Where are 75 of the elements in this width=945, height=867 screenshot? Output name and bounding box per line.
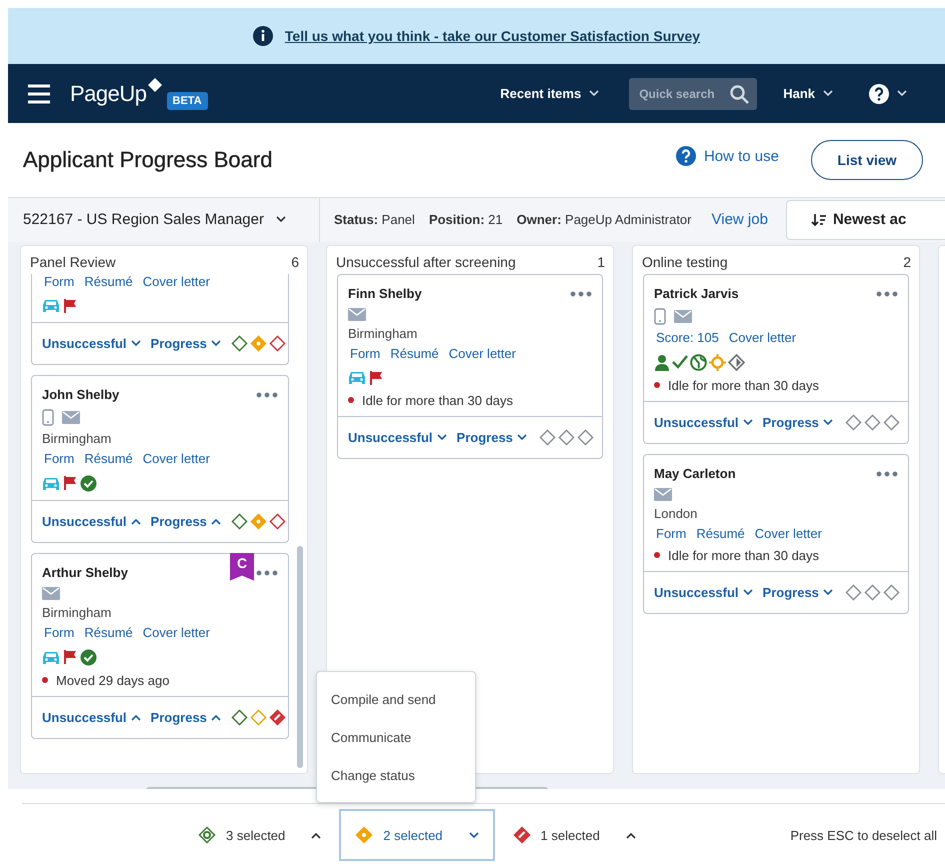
view-job-link[interactable]: View job	[712, 211, 768, 228]
location-text: Birmingham	[42, 430, 112, 446]
sort-button[interactable]: Newest ac	[786, 200, 945, 240]
quick-search-field[interactable]: Quick search	[629, 78, 758, 110]
beta-badge: BETA	[166, 92, 208, 110]
document-link[interactable]: Résumé	[390, 346, 439, 361]
unsuccessful-dropdown[interactable]: Unsuccessful	[654, 584, 753, 600]
column-count: 2	[903, 254, 911, 270]
document-link[interactable]: Cover letter	[142, 624, 210, 640]
unsuccessful-dropdown[interactable]: Unsuccessful	[654, 414, 753, 430]
document-link[interactable]: Cover letter	[142, 274, 210, 289]
menu-item[interactable]: Compile and send	[317, 680, 475, 718]
document-link[interactable]: Form	[656, 526, 686, 541]
logo: PageUp	[70, 80, 147, 107]
applicant-name[interactable]: Patrick Jarvis	[654, 286, 876, 302]
unsuccessful-dropdown[interactable]: Unsuccessful	[42, 514, 141, 529]
document-link[interactable]: Form	[44, 450, 74, 466]
progress-dropdown[interactable]: Progress	[456, 430, 527, 445]
selection-group-button[interactable]: 1 selected	[496, 809, 652, 862]
deselect-hint: Press ESC to deselect all	[790, 828, 937, 843]
applicant-name[interactable]: Finn Shelby	[348, 286, 570, 302]
bookmark-badge: C	[230, 552, 254, 581]
status-note: Moved 29 days ago	[56, 672, 170, 688]
status-note: Idle for more than 30 days	[362, 392, 514, 408]
unsuccessful-dropdown[interactable]: Unsuccessful	[348, 430, 447, 445]
document-link[interactable]: Cover letter	[754, 526, 822, 541]
applicant-card[interactable]: Arthur Shelby C Birmingham Form Résumé Cover letter Moved 29 days ago Unsuccessful Progress	[31, 552, 289, 739]
progress-dropdown[interactable]: Progress	[762, 584, 833, 600]
document-link[interactable]: Résumé	[84, 274, 133, 289]
selection-group-button[interactable]: 2 selected	[339, 809, 495, 862]
column-title: Unsuccessful after screening	[336, 254, 516, 270]
survey-link[interactable]: Tell us what you think - take our Customer Satisfaction Survey	[284, 28, 700, 44]
how-to-use-link[interactable]: How to use	[676, 146, 779, 166]
document-link[interactable]: Résumé	[84, 624, 133, 640]
menu-item[interactable]: Communicate	[317, 718, 475, 756]
job-detail: Position: 21	[428, 212, 503, 228]
menu-item[interactable]: Change status	[317, 756, 475, 794]
progress-dropdown[interactable]: Progress	[150, 336, 221, 351]
document-link[interactable]: Form	[44, 624, 74, 640]
column-count: 6	[291, 254, 299, 270]
applicant-card[interactable]: Patrick Jarvis Score: 105 Cover letter Idle for more than 30 days Unsuccessful Progress	[643, 274, 909, 444]
document-link[interactable]: Cover letter	[728, 330, 796, 345]
applicant-card[interactable]: Form Résumé Cover letter Unsuccessful Progress	[31, 274, 289, 365]
location-text: Birmingham	[42, 604, 112, 620]
column-title: Online testing	[642, 254, 728, 270]
job-detail: Owner: PageUp Administrator	[516, 212, 692, 228]
applicant-card[interactable]: John Shelby Birmingham Form Résumé Cover letter Unsuccessful Progress	[31, 374, 289, 543]
location-text: Birmingham	[348, 326, 418, 341]
document-link[interactable]: Résumé	[84, 450, 133, 466]
selection-group-button[interactable]: 3 selected	[182, 809, 338, 862]
applicant-name[interactable]: May Carleton	[654, 466, 876, 482]
applicant-card[interactable]: May Carleton London Form Résumé Cover letter Idle for more than 30 days Unsuccessful Progress	[643, 454, 909, 614]
applicant-card[interactable]: Finn Shelby Birmingham Form Résumé Cover letter Idle for more than 30 days Unsuccessful Progress	[337, 274, 603, 459]
user-menu[interactable]: Hank	[783, 86, 833, 102]
document-link[interactable]: Form	[44, 274, 74, 289]
list-view-button[interactable]: List view	[811, 140, 923, 180]
column-count: 1	[597, 254, 605, 270]
column-title: Panel Review	[30, 254, 116, 270]
unsuccessful-dropdown[interactable]: Unsuccessful	[42, 336, 141, 351]
applicant-name[interactable]: John Shelby	[42, 387, 256, 402]
document-link[interactable]: Résumé	[696, 526, 745, 541]
page-title: Applicant Progress Board	[23, 147, 274, 174]
document-link[interactable]: Score: 105	[656, 330, 719, 345]
unsuccessful-dropdown[interactable]: Unsuccessful	[42, 710, 141, 725]
progress-dropdown[interactable]: Progress	[150, 514, 221, 529]
status-note: Idle for more than 30 days	[668, 548, 820, 563]
recent-items-menu[interactable]: Recent items	[500, 86, 600, 102]
document-link[interactable]: Form	[350, 346, 380, 361]
document-link[interactable]: Cover letter	[142, 450, 210, 466]
progress-dropdown[interactable]: Progress	[150, 710, 221, 725]
progress-dropdown[interactable]: Progress	[762, 414, 833, 430]
location-text: London	[654, 506, 698, 521]
document-link[interactable]: Cover letter	[448, 346, 516, 361]
job-detail: Status: Panel	[334, 212, 415, 228]
status-note: Idle for more than 30 days	[668, 378, 820, 393]
